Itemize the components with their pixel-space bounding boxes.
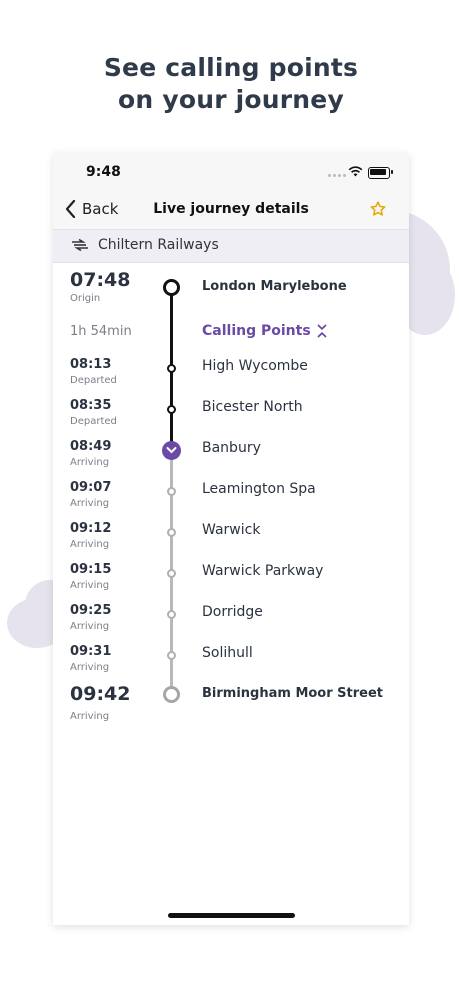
stop-status: Arriving (70, 662, 110, 673)
stop-station[interactable]: Solihull (202, 645, 253, 661)
home-indicator[interactable] (168, 913, 295, 918)
journey-duration: 1h 54min (70, 324, 132, 339)
stop-status: Arriving (70, 457, 110, 468)
stop-node (167, 405, 176, 414)
collapse-chevrons-icon (317, 324, 327, 338)
stop-status: Arriving (70, 539, 110, 550)
calling-points-toggle[interactable]: Calling Points (202, 323, 327, 339)
stop-node (167, 651, 176, 660)
stop-node (167, 610, 176, 619)
stop-time: 09:25 (70, 603, 112, 618)
origin-station[interactable]: London Marylebone (202, 279, 347, 294)
stop-node (167, 364, 176, 373)
stop-status: Arriving (70, 621, 110, 632)
origin-status: Origin (70, 293, 101, 304)
stop-time: 08:35 (70, 398, 112, 413)
calling-points-label: Calling Points (202, 323, 311, 339)
destination-time: 09:42 (70, 683, 131, 705)
stop-status: Departed (70, 375, 117, 386)
stop-node (167, 528, 176, 537)
stop-time: 08:49 (70, 439, 112, 454)
chevron-down-icon (166, 447, 177, 454)
stop-station[interactable]: Banbury (202, 440, 261, 456)
stop-station[interactable]: Dorridge (202, 604, 263, 620)
stop-time: 09:31 (70, 644, 112, 659)
stop-station[interactable]: High Wycombe (202, 358, 308, 374)
stop-time: 09:07 (70, 480, 112, 495)
headline-line-1: See calling points (103, 53, 359, 82)
origin-node (163, 279, 180, 296)
stop-time: 08:13 (70, 357, 112, 372)
stop-station[interactable]: Warwick Parkway (202, 563, 323, 579)
headline: See calling points on your journey (0, 52, 462, 116)
origin-time: 07:48 (70, 269, 131, 291)
stop-station[interactable]: Leamington Spa (202, 481, 316, 497)
destination-station[interactable]: Birmingham Moor Street (202, 686, 383, 701)
phone-screen: 9:48 Back Live journey details Chiltern … (53, 153, 409, 925)
stop-status: Arriving (70, 580, 110, 591)
headline-line-2: on your journey (118, 85, 344, 114)
stop-station[interactable]: Bicester North (202, 399, 303, 415)
journey-timeline: 07:48 Origin London Marylebone 1h 54min … (53, 153, 409, 925)
destination-status: Arriving (70, 711, 110, 722)
stop-station[interactable]: Warwick (202, 522, 260, 538)
current-position-node (162, 441, 181, 460)
destination-node (163, 686, 180, 703)
stop-time: 09:12 (70, 521, 112, 536)
stop-node (167, 569, 176, 578)
stop-node (167, 487, 176, 496)
stop-time: 09:15 (70, 562, 112, 577)
stop-status: Departed (70, 416, 117, 427)
stop-status: Arriving (70, 498, 110, 509)
